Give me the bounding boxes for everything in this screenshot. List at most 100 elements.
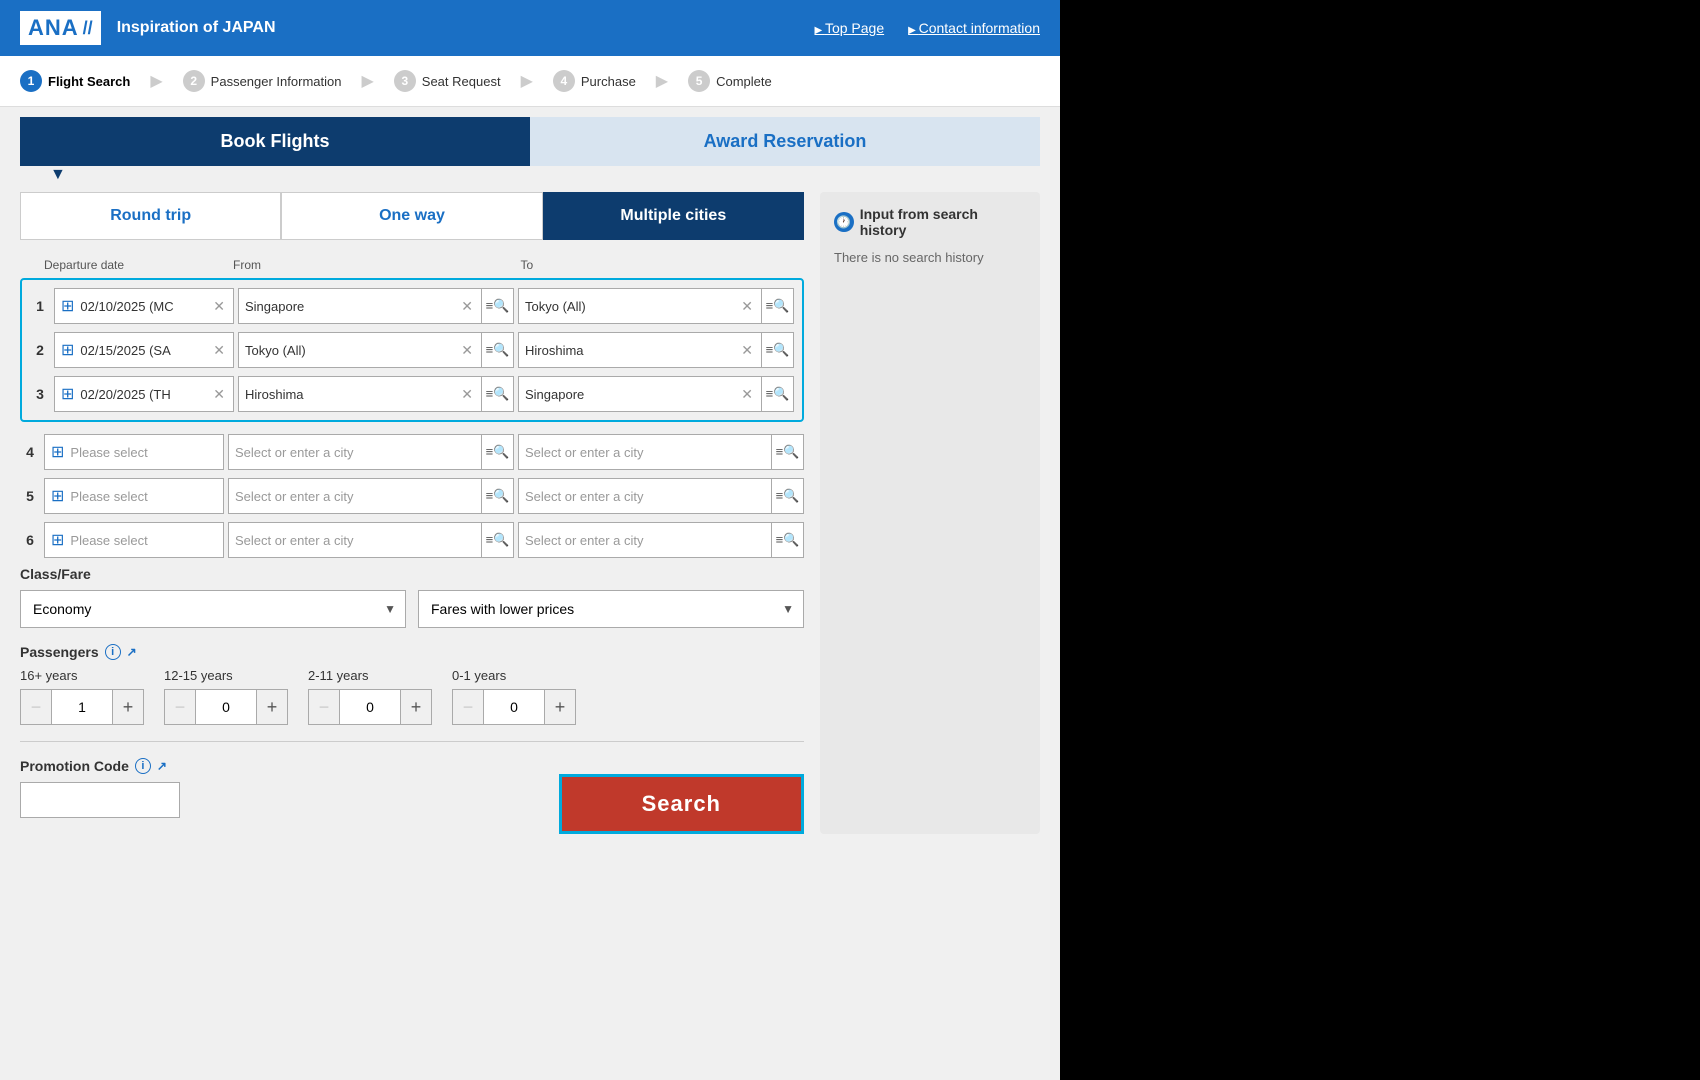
- to-city-1[interactable]: Tokyo (All) ✕: [518, 288, 762, 324]
- from-search-icon-3[interactable]: ≡🔍: [482, 376, 514, 412]
- clear-from-1[interactable]: ✕: [459, 298, 475, 315]
- promo-label: Promotion Code i ↗: [20, 758, 180, 774]
- from-search-icon-4[interactable]: ≡🔍: [482, 434, 514, 470]
- promo-info-icon[interactable]: i: [135, 758, 151, 774]
- clear-to-1[interactable]: ✕: [739, 298, 755, 315]
- infant-plus-btn[interactable]: +: [544, 689, 576, 725]
- class-fare-section: Class/Fare Economy Business First ▼: [20, 566, 804, 628]
- step-divider-2: ▶: [361, 71, 373, 91]
- adult-minus-btn[interactable]: −: [20, 689, 52, 725]
- departure-date-1[interactable]: ⊞ 02/10/2025 (MC ✕: [54, 288, 234, 324]
- departure-date-6[interactable]: ⊞ Please select: [44, 522, 224, 558]
- passenger-group-teen: 12-15 years − 0 +: [164, 668, 288, 725]
- clear-date-1[interactable]: ✕: [211, 298, 227, 315]
- teen-plus-btn[interactable]: +: [256, 689, 288, 725]
- promo-ext-link[interactable]: ↗: [157, 759, 167, 773]
- passengers-ext-link[interactable]: ↗: [127, 645, 137, 659]
- book-flights-tab[interactable]: Book Flights: [20, 117, 530, 166]
- class-select[interactable]: Economy Business First: [20, 590, 406, 628]
- content-row: Round trip One way Multiple cities Depar…: [20, 192, 1040, 834]
- departure-date-3[interactable]: ⊞ 02/20/2025 (TH ✕: [54, 376, 234, 412]
- calendar-icon-5: ⊞: [51, 486, 64, 506]
- from-placeholder-5: Select or enter a city: [235, 489, 475, 504]
- to-search-icon-1[interactable]: ≡🔍: [762, 288, 794, 324]
- to-search-icon-3[interactable]: ≡🔍: [762, 376, 794, 412]
- history-empty-message: There is no search history: [834, 250, 1026, 265]
- date-placeholder-6: Please select: [70, 533, 217, 548]
- departure-date-5[interactable]: ⊞ Please select: [44, 478, 224, 514]
- to-city-3[interactable]: Singapore ✕: [518, 376, 762, 412]
- from-city-2[interactable]: Tokyo (All) ✕: [238, 332, 482, 368]
- from-city-6-wrapper: Select or enter a city ≡🔍: [228, 522, 514, 558]
- to-text-3: Singapore: [525, 387, 739, 402]
- from-search-icon-6[interactable]: ≡🔍: [482, 522, 514, 558]
- to-search-icon-5[interactable]: ≡🔍: [772, 478, 804, 514]
- from-search-icon-1[interactable]: ≡🔍: [482, 288, 514, 324]
- to-city-4[interactable]: Select or enter a city: [518, 434, 772, 470]
- to-search-icon-6[interactable]: ≡🔍: [772, 522, 804, 558]
- passengers-row: 16+ years − 1 + 12-15 years −: [20, 668, 804, 725]
- child-minus-btn[interactable]: −: [308, 689, 340, 725]
- clear-from-2[interactable]: ✕: [459, 342, 475, 359]
- to-city-5[interactable]: Select or enter a city: [518, 478, 772, 514]
- step-1-label: Flight Search: [48, 74, 130, 89]
- search-btn-wrapper: Search: [559, 774, 804, 834]
- step-1[interactable]: 1 Flight Search: [20, 70, 130, 92]
- from-city-1[interactable]: Singapore ✕: [238, 288, 482, 324]
- clear-date-2[interactable]: ✕: [211, 342, 227, 359]
- top-page-link[interactable]: Top Page: [814, 20, 884, 36]
- step-1-num: 1: [20, 70, 42, 92]
- step-5-label: Complete: [716, 74, 772, 89]
- teen-minus-btn[interactable]: −: [164, 689, 196, 725]
- round-trip-tab[interactable]: Round trip: [20, 192, 281, 240]
- promo-section: Promotion Code i ↗: [20, 758, 180, 818]
- step-divider-3: ▶: [521, 71, 533, 91]
- flight-row-5: 5 ⊞ Please select Select or enter a city…: [20, 478, 804, 514]
- step-5[interactable]: 5 Complete: [688, 70, 772, 92]
- clear-to-2[interactable]: ✕: [739, 342, 755, 359]
- logo-tagline: Inspiration of JAPAN: [117, 19, 276, 37]
- child-plus-btn[interactable]: +: [400, 689, 432, 725]
- from-city-4[interactable]: Select or enter a city: [228, 434, 482, 470]
- child-age-label: 2-11 years: [308, 668, 432, 683]
- from-search-icon-5[interactable]: ≡🔍: [482, 478, 514, 514]
- award-reservation-tab[interactable]: Award Reservation: [530, 117, 1040, 166]
- passengers-section: Passengers i ↗ 16+ years − 1 +: [20, 644, 804, 725]
- to-city-2[interactable]: Hiroshima ✕: [518, 332, 762, 368]
- to-search-icon-2[interactable]: ≡🔍: [762, 332, 794, 368]
- step-3-label: Seat Request: [422, 74, 501, 89]
- step-2-label: Passenger Information: [211, 74, 342, 89]
- to-city-6[interactable]: Select or enter a city: [518, 522, 772, 558]
- fare-select[interactable]: Fares with lower prices All Fares: [418, 590, 804, 628]
- contact-link[interactable]: Contact information: [908, 20, 1040, 36]
- from-city-3[interactable]: Hiroshima ✕: [238, 376, 482, 412]
- one-way-tab[interactable]: One way: [281, 192, 542, 240]
- row-num-2: 2: [30, 342, 50, 358]
- to-search-icon-4[interactable]: ≡🔍: [772, 434, 804, 470]
- departure-date-2[interactable]: ⊞ 02/15/2025 (SA ✕: [54, 332, 234, 368]
- from-city-6[interactable]: Select or enter a city: [228, 522, 482, 558]
- departure-date-4[interactable]: ⊞ Please select: [44, 434, 224, 470]
- step-2[interactable]: 2 Passenger Information: [183, 70, 342, 92]
- step-4[interactable]: 4 Purchase: [553, 70, 636, 92]
- fare-select-wrapper: Fares with lower prices All Fares ▼: [418, 590, 804, 628]
- adult-plus-btn[interactable]: +: [112, 689, 144, 725]
- multiple-cities-tab[interactable]: Multiple cities: [543, 192, 804, 240]
- class-select-wrapper: Economy Business First ▼: [20, 590, 406, 628]
- from-city-5[interactable]: Select or enter a city: [228, 478, 482, 514]
- divider: [20, 741, 804, 742]
- passengers-info-icon[interactable]: i: [105, 644, 121, 660]
- from-search-icon-2[interactable]: ≡🔍: [482, 332, 514, 368]
- clear-from-3[interactable]: ✕: [459, 386, 475, 403]
- clear-to-3[interactable]: ✕: [739, 386, 755, 403]
- to-city-3-wrapper: Singapore ✕ ≡🔍: [518, 376, 794, 412]
- search-button[interactable]: Search: [559, 774, 804, 834]
- logo-area: ANA // Inspiration of JAPAN: [20, 11, 276, 45]
- logo-ana-text: ANA: [28, 15, 79, 41]
- infant-minus-btn[interactable]: −: [452, 689, 484, 725]
- clear-date-3[interactable]: ✕: [211, 386, 227, 403]
- from-city-5-wrapper: Select or enter a city ≡🔍: [228, 478, 514, 514]
- step-2-num: 2: [183, 70, 205, 92]
- promo-input[interactable]: [20, 782, 180, 818]
- step-3[interactable]: 3 Seat Request: [394, 70, 501, 92]
